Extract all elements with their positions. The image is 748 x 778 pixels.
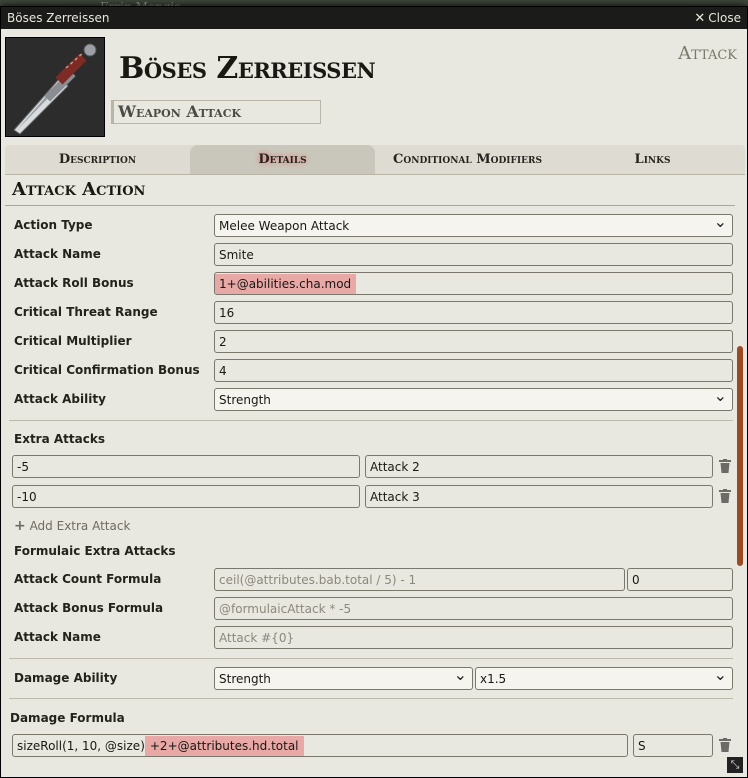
close-button[interactable]: ✕ Close [694,11,741,26]
attack-bonus-formula-placeholder: @formulaicAttack * -5 [219,601,352,616]
attack-roll-bonus-label: Attack Roll Bonus [14,276,134,290]
trash-icon[interactable] [719,489,731,503]
critical-threat-range-input[interactable]: 16 [214,301,733,324]
divider [9,658,733,659]
attack-count-value-text: 0 [632,572,640,587]
critical-multiplier-input[interactable]: 2 [214,330,733,353]
close-label: Close [708,11,741,25]
damage-multiplier-select[interactable]: x1.5 [475,667,733,690]
damage-ability-value: Strength [219,671,271,686]
formulaic-extra-attacks-title: Formulaic Extra Attacks [14,544,176,558]
attack-name-label: Attack Name [14,247,101,261]
formulaic-attack-name-placeholder: Attack #{0} [219,630,295,645]
critical-confirmation-bonus-value: 4 [219,363,227,378]
damage-type-input[interactable]: S [633,734,713,757]
window-titlebar[interactable]: Böses Zerreissen ✕ Close [1,7,747,29]
divider [9,698,733,699]
add-extra-attack-label: Add Extra Attack [29,519,131,533]
trash-icon[interactable] [719,459,731,473]
critical-multiplier-value: 2 [219,334,227,349]
item-image[interactable] [5,37,105,137]
attack-ability-select[interactable]: Strength [214,388,733,411]
damage-formula-input[interactable]: sizeRoll(1, 10, @size) +2+@attributes.hd.… [12,734,628,757]
sheet-content: Böses Zerreissen Attack Weapon Attack De… [1,29,747,777]
action-type-label: Action Type [14,218,93,232]
formulaic-attack-name-label: Attack Name [14,630,101,644]
attack-bonus-formula-label: Attack Bonus Formula [14,601,164,615]
tab-details[interactable]: Details [190,145,375,174]
extra-attack-formula-value: -10 [17,489,37,504]
extra-attack-name-value: Attack 2 [370,459,420,474]
attack-ability-label: Attack Ability [14,392,106,406]
extra-attack-name-input[interactable]: Attack 3 [365,485,713,508]
item-name[interactable]: Böses Zerreissen [119,51,376,86]
scrollbar-thumb[interactable] [737,346,743,566]
attack-count-value[interactable]: 0 [627,568,733,591]
add-extra-attack-button[interactable]: + Add Extra Attack [14,518,130,534]
sheet-header: Böses Zerreissen Attack Weapon Attack [1,29,747,147]
attack-name-input[interactable]: Smite [214,243,733,266]
critical-confirmation-bonus-input[interactable]: 4 [214,359,733,382]
extra-attack-formula-input[interactable]: -10 [12,485,360,508]
damage-multiplier-value: x1.5 [480,671,507,686]
damage-ability-label: Damage Ability [14,671,118,685]
close-icon: ✕ [694,10,706,26]
item-sheet-window: Böses Zerreissen ✕ Close Böses Zerreisse… [0,6,748,778]
attack-roll-bonus-input[interactable]: 1+@abilities.cha.mod [214,272,733,295]
action-type-value: Melee Weapon Attack [219,218,350,233]
attack-name-value: Smite [219,247,254,262]
tab-description[interactable]: Description [5,145,190,174]
damage-formula-prefix: sizeRoll(1, 10, @size) [17,738,145,753]
extra-attack-formula-input[interactable]: -5 [12,455,360,478]
dagger-icon [6,38,104,136]
trash-icon[interactable] [719,738,731,752]
attack-count-formula-label: Attack Count Formula [14,572,162,586]
tab-conditional-modifiers[interactable]: Conditional Modifiers [375,145,560,174]
resize-handle-icon[interactable]: ⤡ [727,757,743,773]
tab-links[interactable]: Links [560,145,745,174]
divider [9,420,733,421]
details-panel: Attack Action Action Type Melee Weapon A… [5,176,745,777]
critical-multiplier-label: Critical Multiplier [14,334,132,348]
section-title: Attack Action [5,176,735,206]
attack-ability-value: Strength [219,392,271,407]
formulaic-attack-name-input[interactable]: Attack #{0} [214,626,733,649]
item-subtype-input[interactable]: Weapon Attack [111,100,321,124]
damage-type-value: S [638,738,646,753]
critical-threat-range-label: Critical Threat Range [14,305,158,319]
plus-icon: + [14,518,26,534]
extra-attack-name-value: Attack 3 [370,489,420,504]
attack-roll-bonus-value: 1+@abilities.cha.mod [215,273,357,294]
action-type-select[interactable]: Melee Weapon Attack [214,214,733,237]
extra-attack-formula-value: -5 [17,459,29,474]
item-type: Attack [678,43,737,64]
window-title: Böses Zerreissen [7,11,110,25]
extra-attacks-title: Extra Attacks [14,432,105,446]
damage-formula-highlight: +2+@attributes.hd.total [144,735,304,756]
extra-attack-name-input[interactable]: Attack 2 [365,455,713,478]
sheet-tabs: Description Details Conditional Modifier… [5,145,745,175]
critical-threat-range-value: 16 [219,305,235,320]
attack-count-formula-placeholder: ceil(@attributes.bab.total / 5) - 1 [219,572,417,587]
critical-confirmation-bonus-label: Critical Confirmation Bonus [14,363,200,377]
damage-formula-title: Damage Formula [10,711,125,725]
damage-ability-select[interactable]: Strength [214,667,473,690]
attack-count-formula-input[interactable]: ceil(@attributes.bab.total / 5) - 1 [214,568,625,591]
attack-bonus-formula-input[interactable]: @formulaicAttack * -5 [214,597,733,620]
